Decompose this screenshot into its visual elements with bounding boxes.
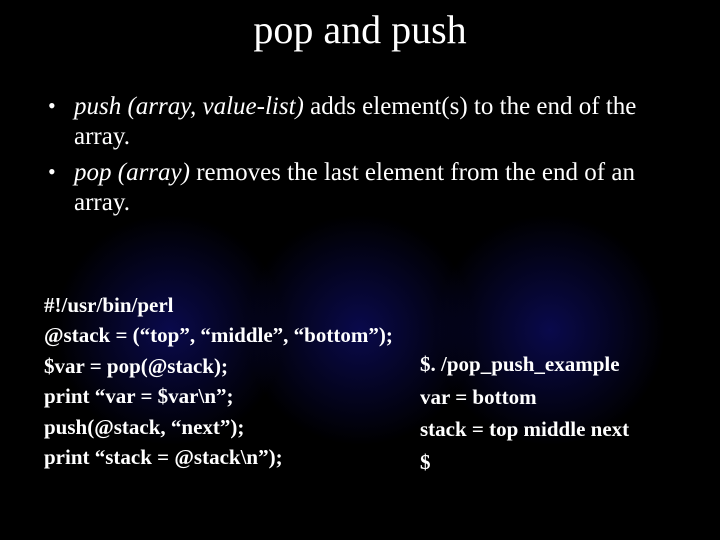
code-line: $var = pop(@stack);	[44, 351, 404, 381]
bullet-func: push (array, value-list)	[74, 93, 304, 120]
output-line: stack = top middle next	[420, 413, 700, 446]
code-line: push(@stack, “next”);	[44, 412, 404, 442]
bullet-item: • pop (array) removes the last element f…	[48, 158, 678, 218]
bullet-list: • push (array, value-list) adds element(…	[48, 92, 678, 224]
output-line: $	[420, 446, 700, 479]
bullet-text: push (array, value-list) adds element(s)…	[74, 92, 678, 152]
code-block-left: #!/usr/bin/perl @stack = (“top”, “middle…	[44, 290, 404, 473]
output-line: $. /pop_push_example	[420, 348, 700, 381]
bullet-item: • push (array, value-list) adds element(…	[48, 92, 678, 152]
output-line: var = bottom	[420, 381, 700, 414]
output-block-right: $. /pop_push_example var = bottom stack …	[420, 348, 700, 478]
code-line: #!/usr/bin/perl	[44, 290, 404, 320]
slide-title: pop and push	[0, 6, 720, 53]
slide: pop and push • push (array, value-list) …	[0, 0, 720, 540]
code-line: print “stack = @stack\n”);	[44, 442, 404, 472]
bullet-icon: •	[48, 92, 74, 152]
bullet-icon: •	[48, 158, 74, 218]
code-line: @stack = (“top”, “middle”, “bottom”);	[44, 320, 404, 350]
bullet-func: pop (array)	[74, 159, 190, 186]
bullet-text: pop (array) removes the last element fro…	[74, 158, 678, 218]
code-line: print “var = $var\n”;	[44, 381, 404, 411]
